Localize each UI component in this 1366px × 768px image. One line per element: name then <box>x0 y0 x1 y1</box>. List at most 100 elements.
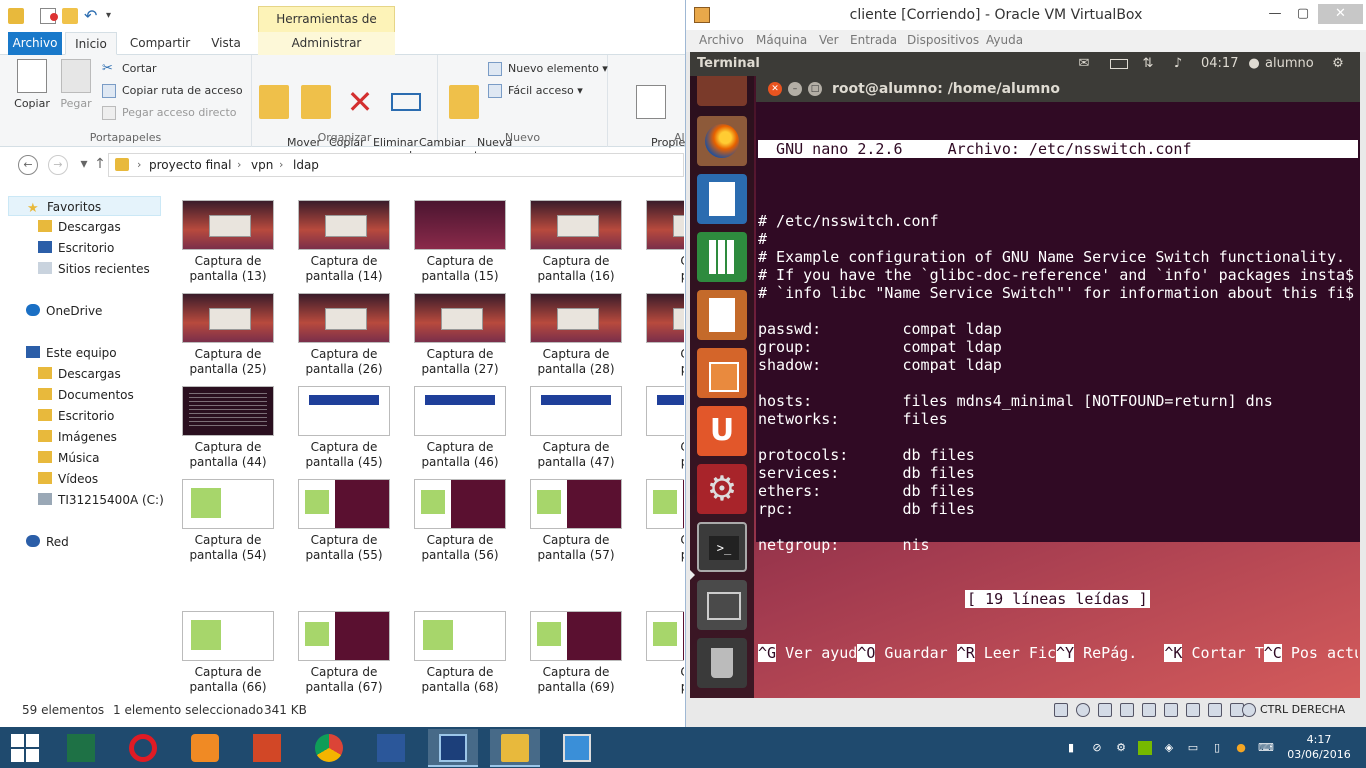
file-item[interactable]: Captura de pantalla (16) <box>518 190 634 283</box>
keyboard-icon[interactable]: ⌨ <box>1258 741 1274 755</box>
breadcrumb-ldap[interactable]: ldap <box>293 158 319 172</box>
menu-ver[interactable]: Ver <box>819 33 839 47</box>
nav-sitios-recientes[interactable]: Sitios recientes <box>38 259 150 279</box>
media-player-taskbar-button[interactable] <box>180 729 230 767</box>
usb-status-icon[interactable] <box>1120 703 1134 717</box>
nav-eq-videos[interactable]: Vídeos <box>38 469 98 489</box>
breadcrumb-proyecto-final[interactable]: proyecto final <box>149 158 231 172</box>
minimize-icon[interactable]: — <box>1262 4 1288 24</box>
paste-shortcut-button[interactable]: Pegar acceso directo <box>102 103 237 123</box>
copy-path-button[interactable]: Copiar ruta de acceso <box>102 81 243 101</box>
opera-taskbar-button[interactable] <box>118 729 168 767</box>
file-item[interactable]: Captura de pantalla (47) <box>518 376 634 469</box>
file-item[interactable]: Captura de pantalla (14) <box>286 190 402 283</box>
menu-entrada[interactable]: Entrada <box>850 33 897 47</box>
settings-tray-icon[interactable]: ⚙ <box>1114 741 1128 755</box>
network-status-icon[interactable] <box>1098 703 1112 717</box>
word-taskbar-button[interactable] <box>366 729 416 767</box>
forward-icon[interactable]: → <box>48 155 68 175</box>
menu-dispositivos[interactable]: Dispositivos <box>907 33 979 47</box>
menu-ayuda[interactable]: Ayuda <box>986 33 1023 47</box>
volume-icon[interactable]: ♪ <box>1170 57 1186 71</box>
maximize-icon[interactable]: □ <box>808 82 822 96</box>
tab-vista[interactable]: Vista <box>200 32 252 55</box>
nav-onedrive[interactable]: OneDrive <box>26 301 102 321</box>
new-folder-quick-icon[interactable] <box>62 8 78 24</box>
file-item[interactable]: Captura de pantalla (66) <box>170 601 286 694</box>
battery-tray-icon[interactable]: ▯ <box>1210 741 1224 755</box>
nav-escritorio[interactable]: Escritorio <box>38 238 114 258</box>
system-settings-icon[interactable] <box>697 464 747 514</box>
workspace-switcher-icon[interactable] <box>697 580 747 630</box>
tab-inicio[interactable]: Inicio <box>65 32 117 55</box>
nav-eq-disk-c[interactable]: TI31215400A (C:) <box>38 490 164 510</box>
battery-icon[interactable] <box>1110 59 1128 69</box>
close-icon[interactable]: ✕ <box>768 82 782 96</box>
file-item[interactable]: Captura de pantalla (67) <box>286 601 402 694</box>
file-item[interactable]: Cappan <box>634 376 684 469</box>
menu-maquina[interactable]: Máquina <box>756 33 807 47</box>
file-item[interactable]: Captura de pantalla (55) <box>286 469 402 562</box>
properties-quick-icon[interactable] <box>40 8 58 24</box>
chrome-taskbar-button[interactable] <box>304 729 354 767</box>
nav-este-equipo[interactable]: Este equipo <box>26 343 117 363</box>
menu-archivo[interactable]: Archivo <box>699 33 744 47</box>
minimize-icon[interactable]: – <box>788 82 802 96</box>
file-item[interactable]: Captura de pantalla (45) <box>286 376 402 469</box>
network-arrows-icon[interactable]: ⇅ <box>1140 57 1156 71</box>
up-arrow-icon[interactable]: ↑ <box>90 155 110 175</box>
nav-eq-documentos[interactable]: Documentos <box>38 385 134 405</box>
paste-button[interactable]: Pegar <box>54 59 98 110</box>
firefox-icon[interactable] <box>697 116 747 166</box>
breadcrumb-vpn[interactable]: vpn <box>251 158 273 172</box>
tab-compartir[interactable]: Compartir <box>124 32 196 55</box>
impress-icon[interactable] <box>697 290 747 340</box>
file-explorer-taskbar-button[interactable] <box>490 729 540 767</box>
signal-icon[interactable]: ▮ <box>1064 741 1078 755</box>
file-item[interactable]: Captura de pantalla (15) <box>402 190 518 283</box>
host-key-status-icon[interactable] <box>1242 703 1256 717</box>
nvidia-icon[interactable] <box>1138 741 1152 755</box>
tab-archivo[interactable]: Archivo <box>8 32 62 55</box>
panel-user[interactable]: alumno <box>1265 56 1314 71</box>
guest-screen[interactable]: Terminal ✉ ⇅ ♪ 04:17 ● alumno ⚙ U ⚙ >_ ✕… <box>690 52 1360 698</box>
cut-button[interactable]: ✂ Cortar <box>102 59 157 79</box>
optical-drive-status-icon[interactable] <box>1076 703 1090 717</box>
file-item[interactable]: Captura de pantalla (56) <box>402 469 518 562</box>
file-item[interactable]: Captura de pantalla (13) <box>170 190 286 283</box>
photos-taskbar-button[interactable] <box>552 729 602 767</box>
file-item[interactable]: Captura de pantalla (54) <box>170 469 286 562</box>
nano-editor[interactable]: GNU nano 2.2.6 Archivo: /etc/nsswitch.co… <box>758 104 1358 698</box>
virtualization-status-icon[interactable] <box>1208 703 1222 717</box>
file-item[interactable]: Captura de pantalla (57) <box>518 469 634 562</box>
file-item[interactable]: Captura de pantalla (44) <box>170 376 286 469</box>
file-item[interactable]: Captura de pantalla (69) <box>518 601 634 694</box>
launcher-dash-icon[interactable] <box>697 76 747 106</box>
shared-folders-status-icon[interactable] <box>1142 703 1156 717</box>
display-status-icon[interactable] <box>1164 703 1178 717</box>
maximize-icon[interactable]: ▢ <box>1290 4 1316 24</box>
nav-red[interactable]: Red <box>26 532 69 552</box>
file-item[interactable]: Cappan <box>634 601 684 694</box>
powerpoint-taskbar-button[interactable] <box>242 729 292 767</box>
tab-administrar[interactable]: Administrar <box>258 32 395 55</box>
customize-toolbar-icon[interactable]: ▾ <box>106 8 122 24</box>
hard-disk-status-icon[interactable] <box>1054 703 1068 717</box>
easy-access-button[interactable]: Fácil acceso ▾ <box>488 81 583 101</box>
avast-icon[interactable]: ● <box>1234 741 1248 755</box>
virtualbox-taskbar-button[interactable] <box>428 729 478 767</box>
excel-taskbar-button[interactable] <box>56 729 106 767</box>
file-item[interactable]: Captura de pantalla (25) <box>170 283 286 376</box>
trash-icon[interactable] <box>697 638 747 688</box>
file-item[interactable]: Captura de pantalla (26) <box>286 283 402 376</box>
nav-descargas[interactable]: Descargas <box>38 217 121 237</box>
back-icon[interactable]: ← <box>18 155 38 175</box>
new-item-button[interactable]: Nuevo elemento ▾ <box>488 59 608 79</box>
panel-clock[interactable]: 04:17 <box>1201 56 1238 71</box>
software-center-icon[interactable] <box>697 348 747 398</box>
file-item[interactable]: Cappan <box>634 190 684 283</box>
terminal-icon[interactable] <box>697 522 747 572</box>
nav-eq-descargas[interactable]: Descargas <box>38 364 121 384</box>
gear-icon[interactable]: ⚙ <box>1330 57 1346 71</box>
mail-icon[interactable]: ✉ <box>1076 57 1092 71</box>
